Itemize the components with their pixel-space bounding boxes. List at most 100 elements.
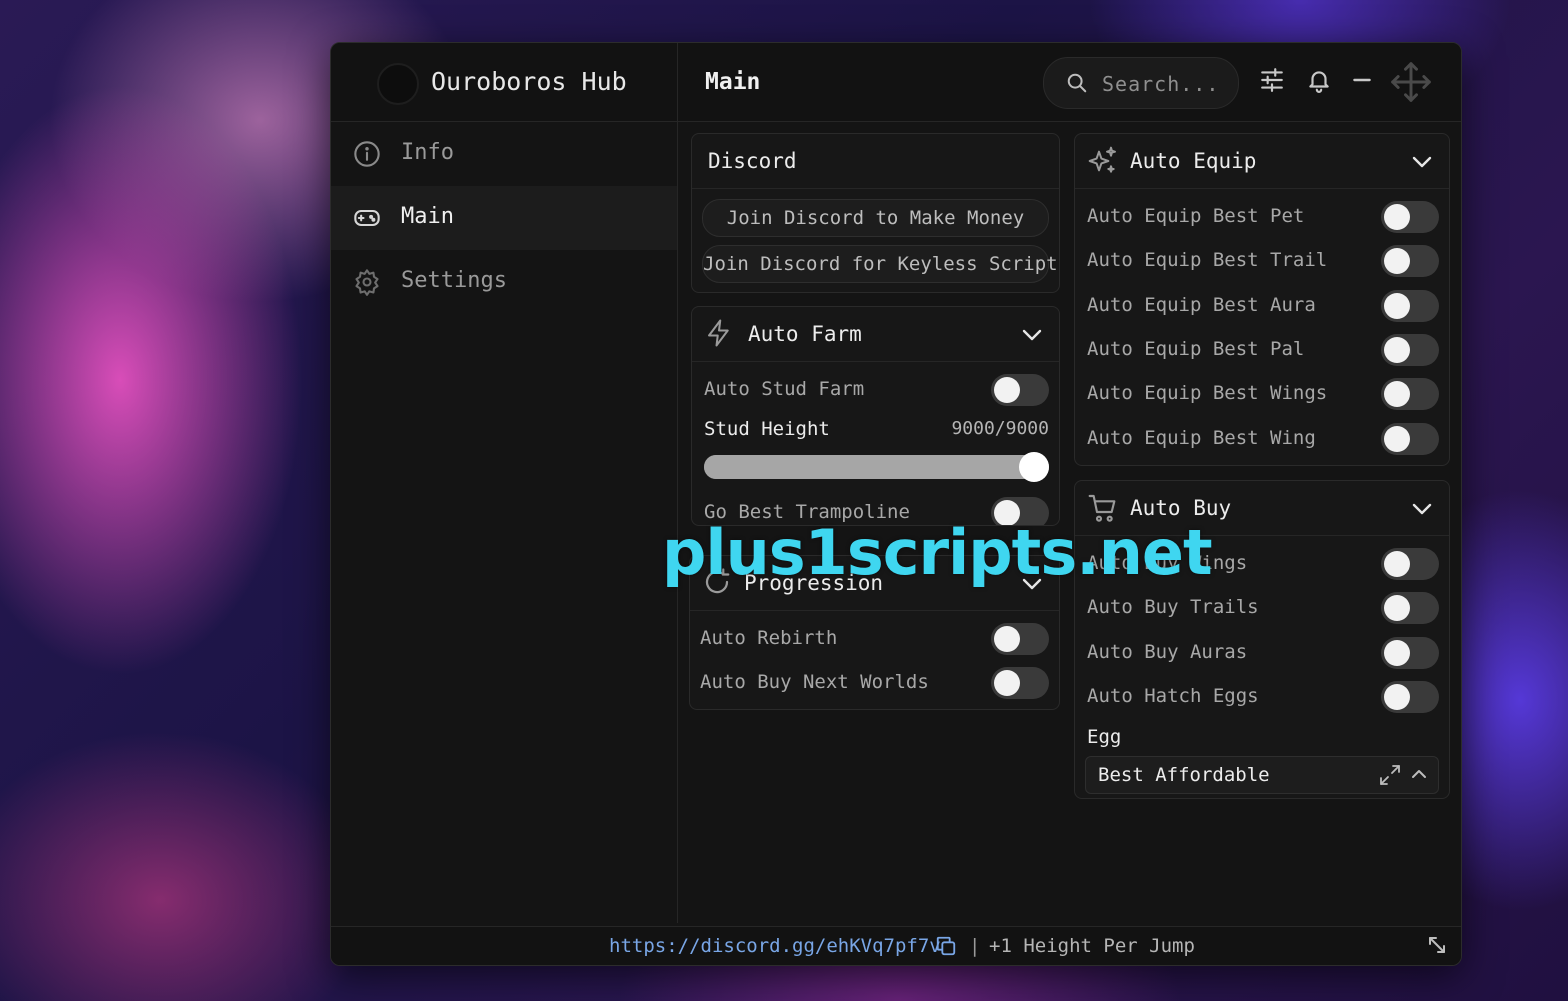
toggle-knob [1384,293,1410,319]
toggle-label: Auto Equip Best Pal [1087,338,1305,360]
toggle-knob [994,377,1020,403]
auto-farm-title: Auto Farm [748,322,862,346]
auto-rebirth-toggle[interactable] [991,623,1049,655]
auto-buy-wings-toggle[interactable] [1381,548,1439,580]
auto-equip-header[interactable]: Auto Equip [1075,134,1449,189]
toggle-label: Auto Stud Farm [704,378,865,400]
auto-buy-next-worlds-toggle[interactable] [991,667,1049,699]
sidebar-divider [677,43,678,923]
bell-icon[interactable] [1306,67,1332,93]
gamepad-icon [354,209,380,227]
toggle-row: Auto Equip Best Pal [1075,328,1449,372]
app-window: Ouroboros Hub Main Search... Info Main S… [330,42,1462,966]
footer-status-text: +1 Height Per Jump [989,935,1195,957]
toggle-row: Auto Equip Best Aura [1075,284,1449,328]
toggle-knob [1384,640,1410,666]
toggle-label: Auto Buy Trails [1087,596,1259,618]
sidebar-item-label: Settings [401,268,507,293]
title-bar[interactable]: Ouroboros Hub Main Search... [331,43,1461,122]
hub-title: Ouroboros Hub [431,67,627,96]
auto-equip-best-wings-toggle[interactable] [1381,378,1439,410]
toggle-row: Auto Buy Next Worlds [690,661,1059,705]
toggle-knob [1384,426,1410,452]
toggle-label: Auto Hatch Eggs [1087,685,1259,707]
auto-hatch-eggs-toggle[interactable] [1381,681,1439,713]
toggle-knob [1384,551,1410,577]
chevron-down-icon[interactable] [1411,501,1433,517]
toggle-row: Auto Equip Best Wings [1075,372,1449,416]
toggle-knob [1384,337,1410,363]
stud-height-value: 9000/9000 [951,418,1049,439]
toggle-row: Auto Hatch Eggs [1075,675,1449,719]
auto-stud-farm-toggle[interactable] [991,374,1049,406]
toggle-label: Auto Equip Best Pet [1087,205,1305,227]
search-input[interactable]: Search... [1102,72,1219,96]
toggle-knob [994,670,1020,696]
move-drag-icon[interactable] [1389,60,1433,104]
gear-icon [355,269,379,296]
toggle-row: Auto Equip Best Wing [1075,417,1449,461]
discord-title: Discord [708,149,797,173]
search-box[interactable]: Search... [1043,57,1239,109]
info-icon [354,141,380,167]
auto-equip-best-aura-toggle[interactable] [1381,290,1439,322]
footer-separator: | [969,935,981,957]
toggle-row: Auto Stud Farm [692,368,1059,412]
toggle-label: Auto Equip Best Trail [1087,249,1328,271]
toggle-knob [1384,248,1410,274]
toggle-row: Auto Equip Best Pet [1075,195,1449,239]
discord-link[interactable]: https://discord.gg/ehKVq7pf7v [609,935,941,957]
search-icon [1067,73,1087,93]
sliders-icon[interactable] [1259,67,1285,93]
sidebar: Info Main Settings [331,122,677,314]
stud-height-slider[interactable] [704,452,1049,482]
chevron-up-icon[interactable] [1410,767,1428,781]
auto-equip-title: Auto Equip [1130,149,1257,173]
slider-knob[interactable] [1019,452,1049,482]
auto-equip-section: Auto Equip Auto Equip Best Pet Auto Equi… [1074,133,1450,466]
egg-dropdown-value: Best Affordable [1098,764,1270,786]
copy-icon[interactable] [935,935,957,957]
toggle-row: Auto Buy Trails [1075,586,1449,630]
slider-fill [704,455,1049,479]
sidebar-item-settings[interactable]: Settings [331,250,677,314]
expand-icon[interactable] [1378,763,1402,787]
toggle-knob [1384,595,1410,621]
auto-equip-best-wing-toggle[interactable] [1381,423,1439,455]
sidebar-item-label: Main [401,204,454,229]
join-discord-keyless-button[interactable]: Join Discord for Keyless Scripts [702,245,1059,283]
sparkles-icon [1088,146,1116,173]
auto-farm-header[interactable]: Auto Farm [692,307,1059,362]
join-discord-money-button[interactable]: Join Discord to Make Money [702,199,1049,237]
chevron-down-icon[interactable] [1021,327,1043,343]
egg-dropdown[interactable]: Best Affordable [1085,756,1439,794]
toggle-label: Auto Equip Best Wings [1087,382,1328,404]
toggle-label: Auto Buy Next Worlds [700,671,929,693]
page-title: Main [705,69,761,95]
toggle-label: Auto Rebirth [700,627,838,649]
lightning-icon [708,319,729,347]
egg-label: Egg [1087,726,1122,748]
sidebar-item-label: Info [401,140,454,165]
toggle-knob [1384,204,1410,230]
toggle-knob [1384,684,1410,710]
auto-equip-best-pal-toggle[interactable] [1381,334,1439,366]
auto-farm-section: Auto Farm Auto Stud Farm Stud Height 900… [691,306,1060,526]
toggle-label: Auto Buy Auras [1087,641,1248,663]
resize-icon[interactable] [1425,933,1449,957]
discord-header: Discord [692,134,1059,189]
toggle-row: Auto Buy Auras [1075,631,1449,675]
toggle-knob [994,626,1020,652]
toggle-row: Auto Equip Best Trail [1075,239,1449,283]
minimize-icon[interactable] [1349,67,1375,93]
auto-buy-trails-toggle[interactable] [1381,592,1439,624]
stud-height-label: Stud Height [704,418,830,440]
sidebar-item-info[interactable]: Info [331,122,677,186]
auto-equip-best-trail-toggle[interactable] [1381,245,1439,277]
auto-equip-best-pet-toggle[interactable] [1381,201,1439,233]
auto-buy-auras-toggle[interactable] [1381,637,1439,669]
footer-bar: https://discord.gg/ehKVq7pf7v | +1 Heigh… [331,926,1461,965]
sidebar-item-main[interactable]: Main [331,186,677,250]
chevron-down-icon[interactable] [1411,154,1433,170]
toggle-label: Auto Equip Best Wing [1087,427,1316,449]
